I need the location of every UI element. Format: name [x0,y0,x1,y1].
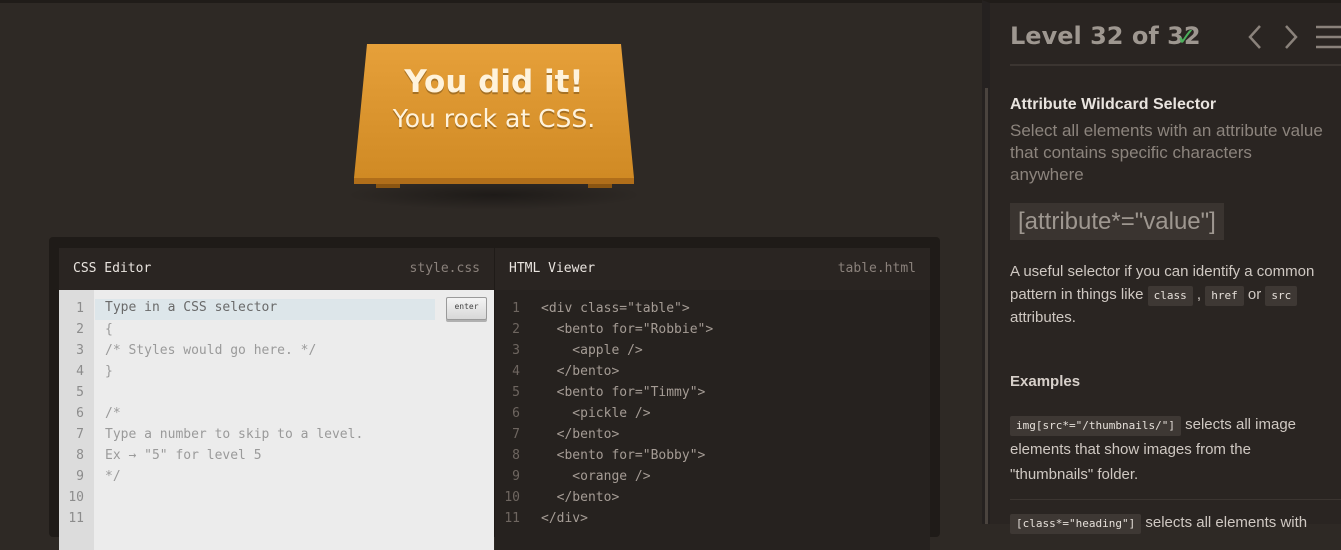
table-leg-left [376,184,400,188]
line-number: 8 [76,448,84,463]
line-number: 6 [512,406,520,421]
line-number: 5 [76,385,84,400]
code-line: { [105,322,113,337]
selector-help: A useful selector if you can identify a … [1010,263,1315,326]
html-viewer-title: HTML Viewer [509,261,596,276]
table-leg-right [588,184,612,188]
code-line: Type a number to skip to a level. [105,427,364,442]
html-gutter: 1 2 3 4 5 6 7 8 9 10 11 [495,290,530,550]
win-title: You did it! [404,64,584,100]
example-divider [1010,499,1341,500]
html-line[interactable]: <div class="table"> [541,301,690,316]
css-editor-header: CSS Editor style.css [59,248,494,290]
line-number: 3 [512,343,520,358]
level-divider [1010,64,1341,66]
line-number: 1 [512,301,520,316]
example-2: [class*="heading"] selects all elements … [1010,510,1335,535]
line-number: 2 [512,322,520,337]
css-selector-placeholder[interactable]: Type in a CSS selector [105,300,277,315]
line-number: 6 [76,406,84,421]
html-line[interactable]: <apple /> [541,343,642,358]
line-number: 3 [76,343,84,358]
css-code-area: 1 2 3 4 5 6 7 8 9 10 11 Type in a CSS se… [59,290,494,550]
example-1-code: img[src*="/thumbnails/"] [1010,416,1181,436]
previous-level-icon[interactable] [1244,20,1266,54]
css-editor-pane: CSS Editor style.css 1 2 3 4 5 6 7 8 9 1… [59,248,494,550]
code-line: } [105,364,113,379]
selector-title: Attribute Wildcard Selector [1010,96,1217,113]
selector-description: Select all elements with an attribute va… [1010,121,1323,184]
css-gutter: 1 2 3 4 5 6 7 8 9 10 11 [59,290,94,550]
tag-src: src [1265,286,1298,306]
line-number: 4 [512,364,520,379]
enter-button[interactable]: enter [446,297,487,320]
line-number: 5 [512,385,520,400]
line-number: 7 [512,427,520,442]
html-line[interactable]: <bento for="Robbie"> [541,322,714,337]
selector-syntax: [attribute*="value"] [1010,203,1224,240]
css-file-name: style.css [409,261,480,276]
editor-wrap: CSS Editor style.css 1 2 3 4 5 6 7 8 9 1… [49,237,940,550]
html-viewer-pane: HTML Viewer table.html 1 2 3 4 5 6 7 8 9… [495,248,930,550]
line-number: 4 [76,364,84,379]
html-line[interactable]: </bento> [541,364,620,379]
html-file-name: table.html [837,261,916,276]
html-line[interactable]: <orange /> [541,469,650,484]
line-number: 2 [76,322,84,337]
example-2-text: selects all elements with [1141,514,1308,531]
next-level-icon[interactable] [1280,20,1302,54]
code-line: /* [105,406,121,421]
line-number: 10 [68,490,84,505]
line-number: 9 [76,469,84,484]
html-viewer-header: HTML Viewer table.html [495,248,930,290]
win-subtitle: You rock at CSS. [392,104,596,133]
level-text: Level 32 of 32 [1010,22,1201,50]
code-line: Ex → "5" for level 5 [105,448,262,463]
line-number: 1 [76,301,84,316]
html-code-area: 1 2 3 4 5 6 7 8 9 10 11 <div class="tabl… [495,290,930,550]
code-line: /* Styles would go here. */ [105,343,317,358]
examples-heading: Examples [1010,373,1081,390]
line-number: 9 [512,469,520,484]
code-line: */ [105,469,121,484]
example-2-code: [class*="heading"] [1010,514,1142,534]
menu-icon[interactable] [1316,24,1341,50]
html-line[interactable]: </bento> [541,490,620,505]
html-line[interactable]: <pickle /> [541,406,650,421]
help-text-end: attributes. [1010,309,1076,326]
bento-table: You did it! You rock at CSS. [354,44,634,188]
line-number: 10 [504,490,520,505]
example-1: img[src*="/thumbnails/"] selects all ima… [1010,412,1335,487]
html-line[interactable]: </bento> [541,427,620,442]
tag-href: href [1205,286,1244,306]
line-number: 8 [512,448,520,463]
html-line[interactable]: <bento for="Timmy"> [541,385,706,400]
css-editor-title: CSS Editor [73,261,152,276]
line-number: 7 [76,427,84,442]
sidebar-scrollbar[interactable] [985,88,988,524]
tag-class: class [1147,286,1193,306]
check-icon: ✓ [1176,23,1197,51]
html-line[interactable]: <bento for="Bobby"> [541,448,706,463]
